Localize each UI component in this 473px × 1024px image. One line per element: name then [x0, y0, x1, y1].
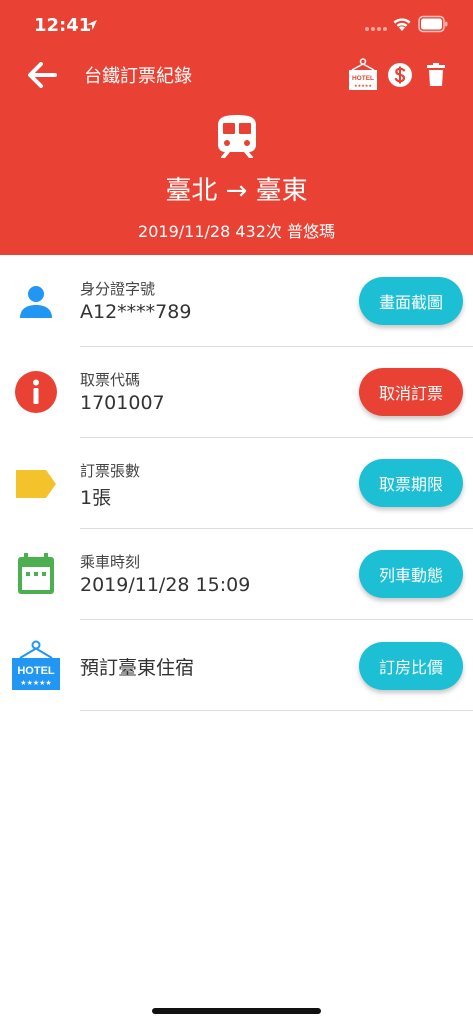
row-label: 取票代碼: [80, 371, 141, 389]
hotel-sign-icon-wrap: HOTEL ★★★★★: [10, 640, 62, 692]
row-label: 身分證字號: [80, 280, 156, 298]
info-icon: [15, 371, 57, 413]
svg-text:HOTEL: HOTEL: [17, 665, 55, 677]
hotel-button[interactable]: HOTEL ★★★★★: [347, 58, 379, 92]
status-bar: 12:41: [0, 0, 473, 52]
page-title: 台鐵訂票紀錄: [84, 66, 192, 87]
back-arrow-icon: [28, 62, 57, 88]
list-item: 乘車時刻 2019/11/28 15:09 列車動態: [0, 529, 473, 620]
person-icon-wrap: [14, 280, 58, 324]
hotel-booking-label: 預訂臺東住宿: [80, 657, 195, 679]
info-icon-wrap: [14, 370, 58, 414]
list-item: 身分證字號 A12****789 畫面截圖: [0, 256, 473, 347]
row-value: 1701007: [80, 392, 165, 414]
dollar-icon: [388, 63, 412, 87]
delete-button[interactable]: [426, 63, 446, 87]
svg-text:★★★★★: ★★★★★: [354, 83, 372, 88]
signal-icon: [365, 27, 387, 31]
hotel-compare-button[interactable]: 訂房比價: [359, 642, 463, 690]
calendar-icon: [18, 553, 54, 594]
pickup-deadline-button[interactable]: 取票期限: [359, 459, 463, 507]
hotel-icon: HOTEL ★★★★★: [349, 58, 377, 90]
svg-text:HOTEL: HOTEL: [352, 75, 374, 82]
trash-icon: [427, 63, 445, 86]
train-status-button[interactable]: 列車動態: [359, 550, 463, 598]
screenshot-button[interactable]: 畫面截圖: [359, 277, 463, 325]
row-value: 1張: [80, 487, 112, 509]
home-indicator[interactable]: [152, 1008, 321, 1014]
status-time: 12:41: [34, 15, 92, 36]
route-title: 臺北 → 臺東: [165, 176, 308, 206]
train-icon: [218, 115, 256, 158]
wifi-icon: [393, 18, 411, 31]
dollar-button[interactable]: [387, 62, 413, 88]
tag-icon-wrap: [14, 462, 58, 506]
back-button[interactable]: [22, 58, 62, 92]
person-icon: [20, 286, 52, 318]
trip-info: 2019/11/28 432次 普悠瑪: [138, 222, 335, 241]
row-value: A12****789: [80, 301, 192, 323]
header: 12:41 台鐵訂票紀錄 HOTEL ★★★★★ 臺北 → 臺東 2019/11…: [0, 0, 473, 255]
divider: [80, 710, 473, 711]
list-item: 取票代碼 1701007 取消訂票: [0, 347, 473, 438]
svg-text:★★★★★: ★★★★★: [20, 679, 51, 687]
list-item: HOTEL ★★★★★ 預訂臺東住宿 訂房比價: [0, 620, 473, 711]
calendar-icon-wrap: [14, 552, 58, 596]
hotel-sign-icon: HOTEL ★★★★★: [12, 640, 60, 690]
cancel-booking-button[interactable]: 取消訂票: [359, 368, 463, 416]
list-item: 訂票張數 1張 取票期限: [0, 438, 473, 529]
battery-icon: [418, 15, 448, 33]
location-arrow-icon: [87, 20, 97, 30]
row-label: 訂票張數: [80, 462, 141, 480]
tag-icon: [16, 470, 56, 498]
row-value: 2019/11/28 15:09: [80, 574, 251, 596]
row-label: 乘車時刻: [80, 553, 141, 571]
